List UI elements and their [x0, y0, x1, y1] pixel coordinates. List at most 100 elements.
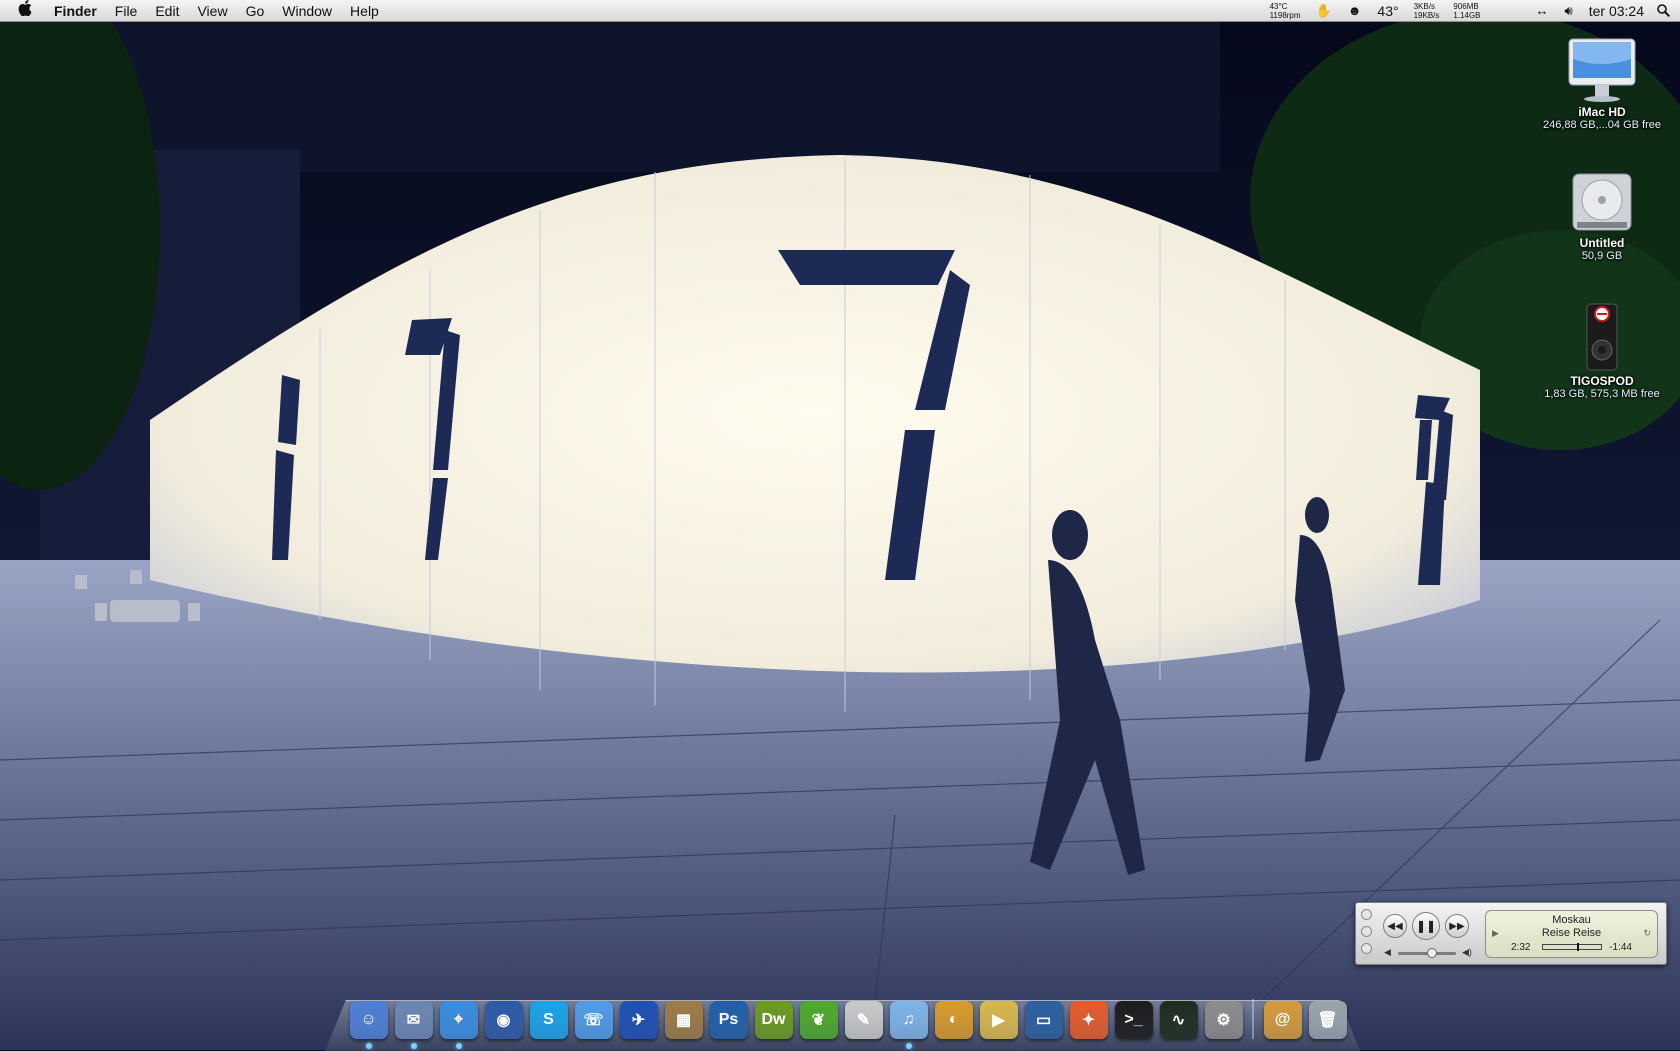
cpu-temperature: 43°C: [1269, 1, 1288, 11]
dock-glyph: ⌖: [453, 1011, 463, 1028]
dock-glyph: ◉: [496, 1012, 511, 1029]
adium-duck-icon[interactable]: ◉: [484, 1001, 523, 1039]
alien-face-icon[interactable]: ☻: [1340, 0, 1370, 22]
running-indicator: [905, 1043, 912, 1049]
progress-row: 2:32 -1:44: [1499, 942, 1644, 953]
desktop-icon-detail: 50,9 GB: [1581, 250, 1623, 262]
dock-glyph: ▦: [675, 1012, 692, 1029]
growl-paw-icon[interactable]: ✋: [1308, 0, 1340, 22]
apple-menu-icon[interactable]: [0, 0, 50, 21]
volume-slider[interactable]: ◀ ◀): [1384, 947, 1474, 959]
dock-glyph: S: [543, 1011, 554, 1028]
track-album: Reise Reise: [1541, 927, 1602, 939]
track-title: Moskau: [1552, 914, 1591, 926]
dock-glyph: ▶: [992, 1012, 1005, 1029]
running-indicator: [365, 1043, 372, 1049]
safari-compass-icon[interactable]: ⌖: [439, 1001, 478, 1049]
ipod-icon: [1586, 303, 1618, 371]
menu-help[interactable]: Help: [341, 0, 388, 22]
menu-bar: Finder File Edit View Go Window Help 43°…: [0, 0, 1680, 22]
dock-glyph: ✦: [1081, 1012, 1096, 1029]
gear-icon[interactable]: ⚙: [1204, 1001, 1243, 1039]
leaf-icon[interactable]: ❦: [799, 1001, 838, 1039]
desktop-icon-tigospod[interactable]: TIGOSPOD 1,83 GB, 575,3 MB free: [1527, 302, 1677, 400]
temperature-fan-monitor[interactable]: 43°C 1198rpm: [1263, 2, 1308, 20]
network-download: 19KB/s: [1413, 10, 1440, 20]
dock-glyph: ⚙: [1216, 1012, 1231, 1029]
window-buttons: [1361, 909, 1372, 960]
network-monitor[interactable]: 3KB/s 19KB/s: [1407, 2, 1447, 20]
photoshop-icon[interactable]: Ps: [709, 1001, 748, 1039]
dock-glyph: ❦: [811, 1012, 826, 1029]
next-track-button[interactable]: ▶▶: [1445, 914, 1469, 938]
progress-bar[interactable]: [1542, 943, 1602, 951]
mail-stamp-icon[interactable]: ✉: [394, 1001, 433, 1049]
spotlight-search-icon[interactable]: [1652, 0, 1674, 22]
memory-monitor[interactable]: 906MB 1.14GB: [1446, 2, 1487, 20]
desktop-icon-label: Untitled: [1579, 236, 1625, 250]
network-upload: 3KB/s: [1413, 1, 1435, 11]
dock: ☺ ✉ ⌖ ◉ S ☏ ✈ ▦ Ps Dw ❦ ✎ ♫ ◐ ▶ ▭ ✦ >_ ∿ ⚙ @ 🗑: [346, 993, 1350, 1049]
address-book-icon[interactable]: @: [1263, 1001, 1302, 1039]
itunes-mini-player[interactable]: ◀◀ ❚❚ ▶▶ ◀ ◀) ▶ Moskau Reise Reise ↻ 2:3…: [1355, 902, 1667, 965]
menu-edit[interactable]: Edit: [146, 0, 188, 22]
menu-extras: 43°C 1198rpm ✋ ☻ 43° 3KB/s 19KB/s 906MB …: [1263, 0, 1680, 22]
snapback-arrow-icon[interactable]: ↻: [1643, 928, 1651, 939]
dock-separator: [1252, 999, 1254, 1039]
close-button[interactable]: [1361, 909, 1372, 920]
desktop-icon-detail: 246,88 GB,...04 GB free: [1542, 119, 1661, 131]
activity-monitor-icon[interactable]: ∿: [1159, 1001, 1198, 1039]
now-playing-display: ▶ Moskau Reise Reise ↻ 2:32 -1:44: [1485, 910, 1658, 958]
desktop-icon-untitled[interactable]: Untitled 50,9 GB: [1527, 168, 1677, 262]
volume-knob[interactable]: [1426, 948, 1437, 958]
dock-glyph: ◐: [948, 1011, 959, 1028]
pause-button[interactable]: ❚❚: [1412, 912, 1440, 940]
running-indicator: [410, 1043, 417, 1049]
arrows-left-right-icon[interactable]: ↔: [1528, 0, 1557, 22]
desktop-icon-detail: 1,83 GB, 575,3 MB free: [1544, 388, 1660, 400]
weather-temperature[interactable]: 43°: [1369, 3, 1406, 19]
elapsed-time: 2:32: [1511, 942, 1531, 953]
dock-glyph: ☺: [360, 1011, 377, 1028]
bird-icon[interactable]: ✈: [619, 1001, 658, 1039]
remaining-time: -1:44: [1609, 942, 1632, 953]
menu-view[interactable]: View: [188, 0, 236, 22]
imac-icon: [1568, 38, 1636, 102]
memory-free: 906MB: [1453, 1, 1479, 11]
screen-icon[interactable]: ▭: [1024, 1001, 1063, 1039]
dock-glyph: ✈: [631, 1012, 646, 1029]
dreamweaver-icon[interactable]: Dw: [754, 1001, 793, 1039]
hard-drive-icon: [1572, 173, 1632, 231]
dock-glyph: ∿: [1171, 1012, 1186, 1029]
menu-window[interactable]: Window: [273, 0, 341, 22]
skype-icon[interactable]: S: [529, 1001, 568, 1039]
truck-icon[interactable]: ▶: [979, 1001, 1018, 1039]
toaster-icon[interactable]: ◐: [934, 1001, 973, 1039]
finder-icon[interactable]: ☺: [349, 1001, 388, 1049]
terminal-icon[interactable]: >_: [1114, 1001, 1153, 1039]
minimize-button[interactable]: [1361, 926, 1372, 937]
memory-used: 1.14GB: [1453, 10, 1481, 20]
dock-glyph: ✉: [406, 1012, 421, 1029]
textedit-icon[interactable]: ✎: [844, 1001, 883, 1039]
menu-go[interactable]: Go: [237, 0, 274, 22]
dock-glyph: >_: [1124, 1011, 1143, 1028]
trash-icon[interactable]: 🗑: [1308, 1001, 1347, 1039]
photo-well-icon[interactable]: ▦: [664, 1001, 703, 1039]
menu-clock[interactable]: ter 03:24: [1581, 3, 1652, 19]
zoom-button[interactable]: [1361, 943, 1372, 954]
volume-icon[interactable]: 🔊︎: [1557, 0, 1581, 22]
app-menu-finder[interactable]: Finder: [50, 0, 106, 22]
ichat-bubble-icon[interactable]: ☏: [574, 1001, 613, 1039]
dock-glyph: ▭: [1035, 1012, 1052, 1029]
dock-glyph: Ps: [718, 1011, 739, 1028]
previous-track-button[interactable]: ◀◀: [1383, 914, 1407, 938]
itunes-cd-icon[interactable]: ♫: [889, 1001, 928, 1049]
hair-dryer-icon[interactable]: ✦: [1069, 1001, 1108, 1039]
desktop-icon-imac-hd[interactable]: iMac HD 246,88 GB,...04 GB free: [1527, 37, 1677, 131]
menu-file[interactable]: File: [106, 0, 147, 22]
playhead[interactable]: [1577, 943, 1580, 951]
dock-glyph: @: [1274, 1011, 1291, 1028]
play-indicator-icon: ▶: [1492, 928, 1499, 938]
desktop-icon-label: TIGOSPOD: [1570, 374, 1634, 388]
